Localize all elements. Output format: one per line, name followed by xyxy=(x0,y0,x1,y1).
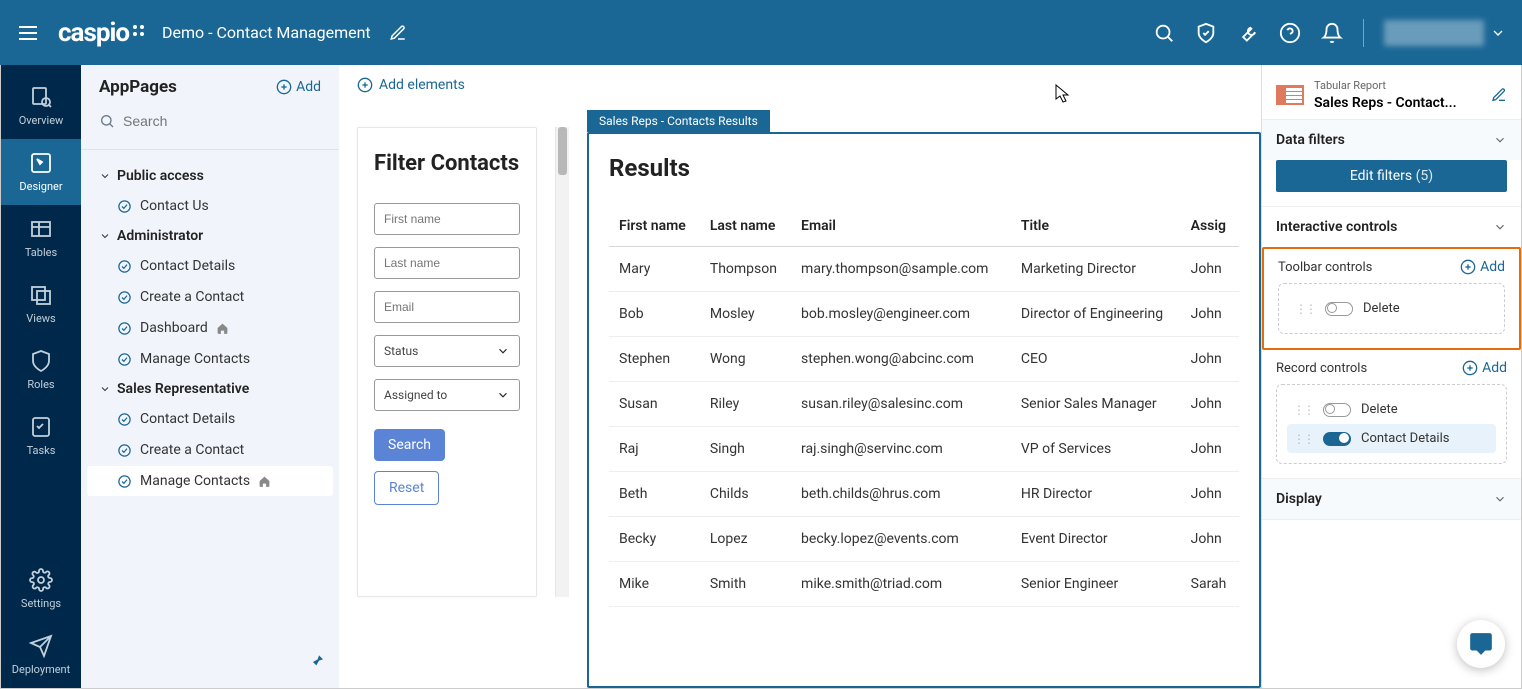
element-type: Tabular Report xyxy=(1314,79,1457,92)
drag-handle-icon[interactable]: ⋮⋮ xyxy=(1293,432,1313,446)
control-row[interactable]: ⋮⋮Contact Details xyxy=(1287,424,1496,453)
filter-title: Filter Contacts xyxy=(374,150,520,179)
col-header[interactable]: Email xyxy=(791,206,1011,247)
bell-icon[interactable] xyxy=(1321,22,1343,44)
tree-node[interactable]: Dashboard xyxy=(87,313,333,343)
first-name-input[interactable] xyxy=(374,203,520,235)
table-row[interactable]: SusanRileysusan.riley@salesinc.comSenior… xyxy=(609,382,1239,427)
section-display[interactable]: Display xyxy=(1262,479,1521,519)
col-header[interactable]: Last name xyxy=(700,206,791,247)
reset-button[interactable]: Reset xyxy=(374,471,439,505)
add-toolbar-control[interactable]: Add xyxy=(1460,259,1505,275)
tree-group[interactable]: Administrator xyxy=(81,222,339,250)
results-title: Results xyxy=(609,154,1239,182)
tree-group[interactable]: Sales Representative xyxy=(81,375,339,403)
rail-overview[interactable]: Overview xyxy=(1,73,81,139)
rename-element-icon[interactable] xyxy=(1491,87,1507,103)
rail-tasks[interactable]: Tasks xyxy=(1,403,81,469)
table-row[interactable]: MikeSmithmike.smith@triad.comSenior Engi… xyxy=(609,562,1239,607)
tree-node[interactable]: Contact Us xyxy=(87,191,333,221)
rail-tables[interactable]: Tables xyxy=(1,205,81,271)
tree-node[interactable]: Create a Contact xyxy=(87,435,333,465)
tree-node[interactable]: Manage Contacts xyxy=(87,466,333,496)
col-header[interactable]: Title xyxy=(1011,206,1181,247)
col-header[interactable]: Assig xyxy=(1181,206,1239,247)
results-card[interactable]: Results First nameLast nameEmailTitleAss… xyxy=(587,132,1261,688)
sidebar-search[interactable] xyxy=(99,107,321,135)
rail-deployment[interactable]: Deployment xyxy=(1,622,81,688)
element-name: Sales Reps - Contact... xyxy=(1314,95,1457,111)
table-row[interactable]: RajSinghraj.singh@servinc.comVP of Servi… xyxy=(609,427,1239,472)
toggle[interactable] xyxy=(1323,403,1351,417)
table-row[interactable]: BobMosleybob.mosley@engineer.comDirector… xyxy=(609,292,1239,337)
tree-node[interactable]: Create a Contact xyxy=(87,282,333,312)
add-page-button[interactable]: Add xyxy=(276,79,321,95)
help-icon[interactable] xyxy=(1279,22,1301,44)
control-row[interactable]: ⋮⋮Delete xyxy=(1289,294,1494,323)
table-row[interactable]: BethChildsbeth.childs@hrus.comHR Directo… xyxy=(609,472,1239,517)
record-controls-label: Record controls xyxy=(1276,361,1367,376)
report-type-icon xyxy=(1276,85,1304,105)
rail-designer[interactable]: Designer xyxy=(1,139,81,205)
logo: caspio xyxy=(58,18,144,48)
sidebar-search-input[interactable] xyxy=(123,113,321,129)
toggle[interactable] xyxy=(1325,302,1353,316)
edit-filters-button[interactable]: Edit filters (5) xyxy=(1276,160,1507,192)
rail-views[interactable]: Views xyxy=(1,271,81,337)
search-icon[interactable] xyxy=(1153,22,1175,44)
toggle[interactable] xyxy=(1323,432,1351,446)
toolbar-controls-section: Toolbar controls Add ⋮⋮Delete xyxy=(1262,247,1521,350)
chat-fab[interactable] xyxy=(1457,620,1505,668)
add-elements-button[interactable]: Add elements xyxy=(357,77,1243,93)
sidebar: AppPages Add Public accessContact UsAdmi… xyxy=(81,65,339,688)
filter-card: Filter Contacts Status Assigned to Searc… xyxy=(357,127,537,597)
search-button[interactable]: Search xyxy=(374,429,445,461)
section-interactive[interactable]: Interactive controls xyxy=(1262,207,1521,247)
table-row[interactable]: BeckyLopezbecky.lopez@events.comEvent Di… xyxy=(609,517,1239,562)
scrollbar[interactable] xyxy=(555,127,569,597)
tree-node[interactable]: Manage Contacts xyxy=(87,344,333,374)
section-data-filters[interactable]: Data filters xyxy=(1262,120,1521,160)
add-record-control[interactable]: Add xyxy=(1462,360,1507,376)
rail-roles[interactable]: Roles xyxy=(1,337,81,403)
email-input[interactable] xyxy=(374,291,520,323)
user-menu[interactable] xyxy=(1384,20,1506,46)
app-title: Demo - Contact Management xyxy=(162,23,371,42)
pin-icon[interactable] xyxy=(309,654,325,674)
table-row[interactable]: MaryThompsonmary.thompson@sample.comMark… xyxy=(609,247,1239,292)
hamburger-menu[interactable] xyxy=(16,21,40,45)
drag-handle-icon[interactable]: ⋮⋮ xyxy=(1295,302,1315,316)
last-name-input[interactable] xyxy=(374,247,520,279)
control-row[interactable]: ⋮⋮Delete xyxy=(1287,395,1496,424)
tree-group[interactable]: Public access xyxy=(81,162,339,190)
app-header: caspio Demo - Contact Management xyxy=(0,0,1522,65)
col-header[interactable]: First name xyxy=(609,206,700,247)
properties-panel: Tabular Report Sales Reps - Contact... D… xyxy=(1261,65,1521,688)
status-select[interactable]: Status xyxy=(374,335,520,367)
tree-node[interactable]: Contact Details xyxy=(87,404,333,434)
toolbar-controls-label: Toolbar controls xyxy=(1278,260,1372,275)
drag-handle-icon[interactable]: ⋮⋮ xyxy=(1293,403,1313,417)
rail-settings[interactable]: Settings xyxy=(1,556,81,622)
rename-app-icon[interactable] xyxy=(389,24,407,42)
wrench-icon[interactable] xyxy=(1237,22,1259,44)
results-table: First nameLast nameEmailTitleAssig MaryT… xyxy=(609,206,1239,607)
nav-rail: Overview Designer Tables Views Roles Tas… xyxy=(1,65,81,688)
results-tab-label: Sales Reps - Contacts Results xyxy=(587,110,770,132)
tree-node[interactable]: Contact Details xyxy=(87,251,333,281)
sidebar-title: AppPages xyxy=(99,77,177,97)
assigned-select[interactable]: Assigned to xyxy=(374,379,520,411)
table-row[interactable]: StephenWongstephen.wong@abcinc.comCEOJoh… xyxy=(609,337,1239,382)
shield-icon[interactable] xyxy=(1195,22,1217,44)
